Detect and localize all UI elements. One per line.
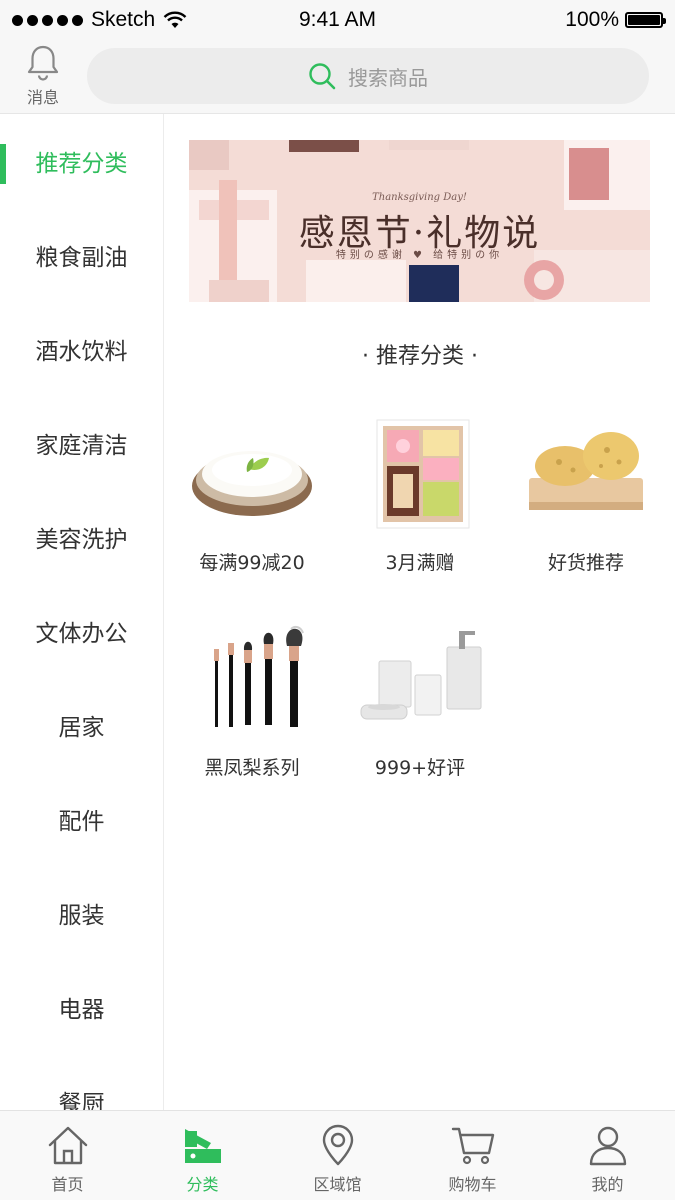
sidebar-item-label: 电器 — [58, 997, 105, 1023]
status-bar: Sketch 9:41 AM 100% — [0, 0, 675, 40]
category-label: 3月满赠 — [385, 552, 455, 574]
messages-button[interactable]: 消息 — [18, 44, 68, 108]
battery-status: 100% — [565, 8, 666, 32]
tab-regional[interactable]: 区域馆 — [270, 1111, 405, 1200]
banner-subtitle: Thanksgiving Day! — [372, 192, 467, 203]
gift-box-image — [376, 419, 470, 529]
section-title: · 推荐分类 · — [362, 344, 478, 369]
tab-label: 区域馆 — [313, 1175, 362, 1194]
sidebar-item-label: 餐厨 — [58, 1091, 105, 1110]
makeup-brush-image — [214, 625, 304, 727]
sidebar-item-cleaning[interactable]: 家庭清洁 — [0, 396, 163, 490]
tab-label: 分类 — [186, 1175, 219, 1194]
tab-cart[interactable]: 购物车 — [405, 1111, 540, 1200]
category-sidebar: 推荐分类 粮食副油 酒水饮料 家庭清洁 美容洗护 文体办公 居家 配件 服装 电… — [0, 114, 164, 1110]
search-placeholder: 搜索商品 — [348, 65, 428, 90]
search-icon — [309, 63, 336, 90]
category-label: 999+好评 — [374, 757, 466, 779]
tab-label: 我的 — [591, 1175, 624, 1194]
sidebar-item-label: 文体办公 — [35, 621, 128, 647]
sidebar-item-home[interactable]: 居家 — [0, 678, 163, 772]
sidebar-item-accessories[interactable]: 配件 — [0, 772, 163, 866]
tab-home[interactable]: 首页 — [0, 1111, 135, 1200]
category-tile[interactable]: 999+好评 — [345, 619, 495, 780]
category-label: 每满99减20 — [199, 552, 305, 574]
bathroom-set-image — [360, 631, 482, 720]
tab-category[interactable]: 分类 — [135, 1111, 270, 1200]
sidebar-item-kitchen[interactable]: 餐厨 — [0, 1054, 163, 1110]
category-tile[interactable]: 3月满赠 — [345, 414, 495, 575]
sidebar-item-label: 推荐分类 — [35, 151, 128, 177]
sidebar-item-clothing[interactable]: 服装 — [0, 866, 163, 960]
tab-label: 首页 — [51, 1175, 84, 1194]
sidebar-item-office[interactable]: 文体办公 — [0, 584, 163, 678]
sidebar-item-label: 居家 — [58, 715, 105, 741]
search-input[interactable]: 搜索商品 — [87, 48, 649, 104]
home-icon — [48, 1126, 87, 1165]
category-label: 黑凤梨系列 — [204, 757, 300, 779]
sidebar-item-label: 家庭清洁 — [35, 433, 128, 459]
category-tile[interactable]: 好货推荐 — [511, 414, 661, 575]
rice-bowl-image — [192, 451, 312, 516]
category-tile[interactable]: 每满99减20 — [177, 414, 327, 575]
sidebar-item-label: 酒水饮料 — [35, 339, 128, 365]
sidebar-item-appliances[interactable]: 电器 — [0, 960, 163, 1054]
sidebar-item-grain-oil[interactable]: 粮食副油 — [0, 208, 163, 302]
bottom-tab-bar: 首页 分类 区域馆 购物车 我的 — [0, 1110, 675, 1200]
sidebar-item-label: 配件 — [58, 809, 105, 835]
tab-mine[interactable]: 我的 — [540, 1111, 675, 1200]
bell-icon — [27, 45, 59, 81]
category-content: Thanksgiving Day! 感恩节·礼物说 特别の感谢 ♥ 给特别の你 … — [165, 114, 675, 1110]
sidebar-item-label: 服装 — [58, 903, 105, 929]
battery-icon — [625, 12, 666, 28]
category-icon — [184, 1129, 221, 1163]
sponge-image — [529, 432, 643, 510]
sidebar-item-label: 美容洗护 — [35, 527, 128, 553]
battery-percent: 100% — [565, 8, 619, 31]
tab-label: 购物车 — [448, 1175, 497, 1194]
sidebar-item-drinks[interactable]: 酒水饮料 — [0, 302, 163, 396]
top-bar: 消息 搜索商品 — [0, 40, 675, 114]
category-label: 好货推荐 — [547, 552, 624, 574]
user-icon — [589, 1126, 626, 1166]
category-tile[interactable]: 黑凤梨系列 — [177, 619, 327, 780]
messages-label: 消息 — [26, 88, 59, 107]
sidebar-item-label: 粮食副油 — [35, 245, 128, 271]
sidebar-item-recommended[interactable]: 推荐分类 — [0, 114, 163, 208]
banner-tagline: 特别の感谢 ♥ 给特别の你 — [335, 250, 504, 261]
promo-banner[interactable]: Thanksgiving Day! 感恩节·礼物说 特别の感谢 ♥ 给特别の你 — [189, 140, 650, 302]
location-pin-icon — [322, 1124, 353, 1166]
sidebar-item-beauty[interactable]: 美容洗护 — [0, 490, 163, 584]
cart-icon — [451, 1127, 494, 1165]
